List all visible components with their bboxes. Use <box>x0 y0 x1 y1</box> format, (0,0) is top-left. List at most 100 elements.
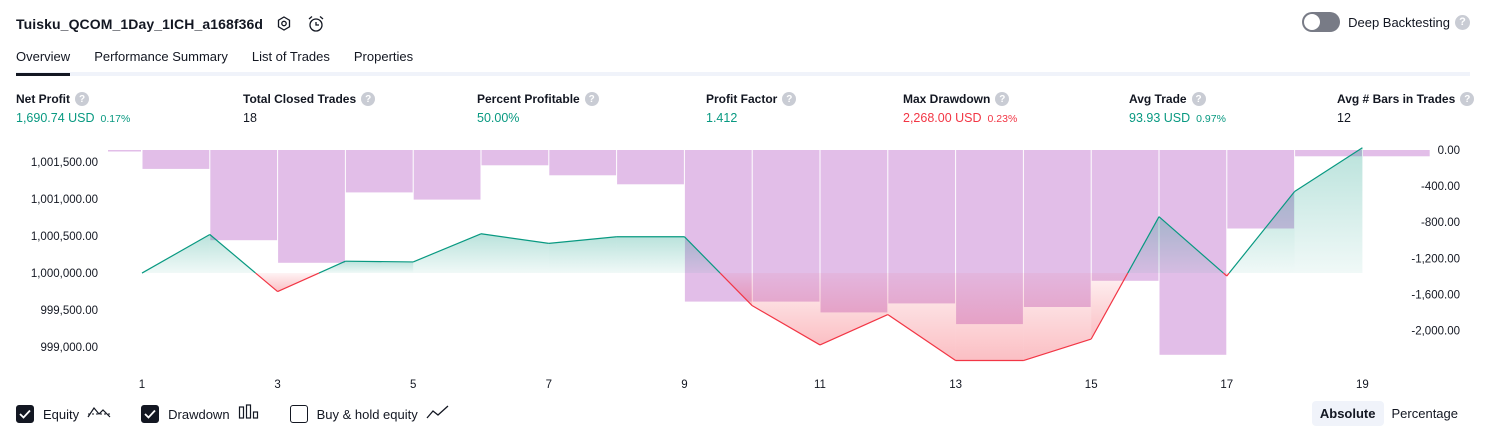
drawdown-bar <box>481 150 549 166</box>
legend-buy-hold-equity[interactable]: Buy & hold equity <box>289 404 450 425</box>
drawdown-bar <box>617 150 684 185</box>
left-axis-tick-label: 1,001,000.00 <box>31 194 98 206</box>
metric-avg-trade: Avg Trade? 93.93 USD 0.97% <box>1129 92 1226 125</box>
right-axis-tick-label: -400.00 <box>1421 181 1460 193</box>
equity-line-segment <box>345 260 414 263</box>
metric-label: Net Profit <box>16 92 70 106</box>
help-icon[interactable]: ? <box>1191 92 1206 106</box>
left-axis-tick-label: 1,000,000.00 <box>31 268 98 280</box>
equity-loss-area <box>887 273 956 361</box>
legend-label: Equity <box>43 406 80 422</box>
equity-loss-area <box>1023 273 1092 361</box>
right-axis-tick-label: 0.00 <box>1438 145 1460 157</box>
right-axis-tick-label: -800.00 <box>1421 217 1460 229</box>
metric-percent: 0.23% <box>987 113 1018 125</box>
drawdown-bars-icon <box>238 403 260 425</box>
metric-profit-factor: Profit Factor? 1.412 <box>706 92 797 125</box>
metric-avg-bars-in-trades: Avg # Bars in Trades? 12 <box>1337 92 1475 125</box>
metrics-row: Net Profit? 1,690.74 USD 0.17% Total Clos… <box>16 92 1475 132</box>
equity-checkbox[interactable] <box>16 405 34 423</box>
help-icon[interactable]: ? <box>995 92 1010 106</box>
x-axis-tick-label: 9 <box>681 379 687 391</box>
drawdown-checkbox[interactable] <box>141 405 160 423</box>
metric-total-closed-trades: Total Closed Trades? 18 <box>243 92 376 125</box>
x-axis-tick-label: 19 <box>1356 379 1369 391</box>
metric-value: 12 <box>1337 111 1351 125</box>
drawdown-bar <box>108 150 141 152</box>
report-tabs: Overview Performance Summary List of Tra… <box>16 44 1470 76</box>
buy-hold-checkbox[interactable] <box>289 405 308 423</box>
legend-drawdown[interactable]: Drawdown <box>141 403 260 425</box>
value-mode-switch: Absolute Percentage <box>1311 401 1467 426</box>
equity-drawdown-chart[interactable]: 1,001,500.00 1,001,000.00 1,000,500.00 1,00… <box>0 140 1486 398</box>
x-axis-tick-label: 11 <box>814 379 826 391</box>
help-icon[interactable]: ? <box>782 92 797 106</box>
settings-icon[interactable] <box>273 13 295 35</box>
alarm-add-icon[interactable] <box>305 13 327 35</box>
right-axis-tick-label: -1,600.00 <box>1411 289 1460 301</box>
legend-label: Drawdown <box>168 406 230 422</box>
right-axis-tick-label: -2,000.00 <box>1411 325 1460 337</box>
metric-percent-profitable: Percent Profitable? 50.00% <box>477 92 599 125</box>
deep-backtesting-toggle-group: Deep Backtesting ? <box>1302 12 1470 32</box>
help-icon[interactable]: ? <box>1460 92 1475 106</box>
x-axis-tick-label: 7 <box>546 379 552 391</box>
equity-profit-area <box>413 233 481 274</box>
metric-value: 2,268.00 USD <box>903 111 982 125</box>
equity-profit-area <box>1294 147 1363 274</box>
metric-value: 1.412 <box>706 111 738 125</box>
x-axis-tick-label: 17 <box>1220 379 1233 391</box>
legend-equity[interactable]: Equity <box>16 404 111 425</box>
left-axis-tick-label: 1,000,500.00 <box>31 231 98 243</box>
metric-value: 1,690.74 USD <box>16 111 95 125</box>
equity-profit-area <box>345 261 414 274</box>
buy-hold-line-icon <box>426 404 450 425</box>
drawdown-bar <box>278 150 345 263</box>
equity-line-icon <box>87 404 111 425</box>
drawdown-bar <box>1362 150 1430 157</box>
tab-list-of-trades[interactable]: List of Trades <box>252 44 330 72</box>
help-icon[interactable]: ? <box>361 92 376 106</box>
x-axis-tick-label: 5 <box>410 379 416 391</box>
x-axis-tick-label: 1 <box>139 379 145 391</box>
mode-percentage-button[interactable]: Percentage <box>1384 401 1467 426</box>
help-icon[interactable]: ? <box>1455 14 1470 30</box>
equity-profit-area <box>481 233 549 274</box>
tab-overview[interactable]: Overview <box>16 44 71 76</box>
equity-loss-area <box>955 273 1024 361</box>
legend-label: Buy & hold equity <box>316 406 418 422</box>
metric-percent: 0.17% <box>100 113 131 125</box>
deep-backtesting-toggle[interactable] <box>1302 12 1341 32</box>
tab-properties[interactable]: Properties <box>354 44 413 72</box>
x-axis-tick-label: 15 <box>1085 379 1098 391</box>
drawdown-bar <box>142 150 210 169</box>
metric-value: 18 <box>243 111 257 125</box>
help-icon[interactable]: ? <box>584 92 599 106</box>
tab-performance-summary[interactable]: Performance Summary <box>94 44 228 72</box>
report-header: Tuisku_QCOM_1Day_1ICH_a168f36d Deep Back… <box>16 10 1470 38</box>
metric-label: Avg Trade <box>1129 92 1187 106</box>
x-axis-tick-label: 3 <box>274 379 280 391</box>
equity-profit-area <box>616 236 685 274</box>
equity-loss-area <box>752 273 820 345</box>
metric-percent: 0.97% <box>1196 113 1226 125</box>
metric-net-profit: Net Profit? 1,690.74 USD 0.17% <box>16 92 130 125</box>
metric-label: Percent Profitable <box>477 92 580 106</box>
drawdown-bar <box>413 150 481 200</box>
metric-value: 50.00% <box>477 111 520 125</box>
x-axis-tick-label: 13 <box>949 379 962 391</box>
equity-loss-area <box>820 273 888 345</box>
help-icon[interactable]: ? <box>75 92 89 106</box>
metric-label: Avg # Bars in Trades <box>1337 92 1456 106</box>
chart-legend: Equity Drawdown Buy & hold equity <box>16 402 480 426</box>
drawdown-bar <box>549 150 617 176</box>
metric-label: Max Drawdown <box>903 92 991 106</box>
mode-absolute-button[interactable]: Absolute <box>1311 401 1384 426</box>
deep-backtesting-label: Deep Backtesting <box>1348 14 1450 30</box>
left-axis-tick-label: 999,000.00 <box>40 342 98 354</box>
drawdown-bar <box>210 150 278 241</box>
right-axis-tick-label: -1,200.00 <box>1411 253 1460 265</box>
metric-max-drawdown: Max Drawdown? 2,268.00 USD 0.23% <box>903 92 1017 125</box>
metric-value: 93.93 USD <box>1129 111 1191 125</box>
metric-label: Total Closed Trades <box>243 92 357 106</box>
